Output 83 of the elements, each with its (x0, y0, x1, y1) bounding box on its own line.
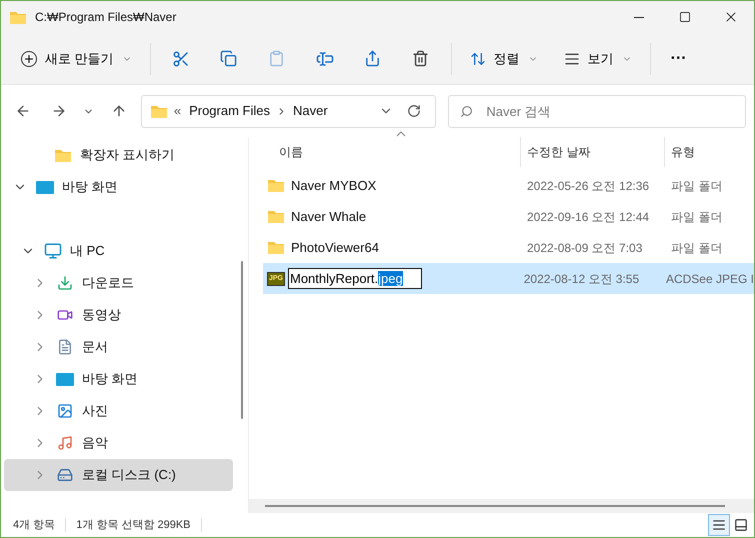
column-header[interactable]: 수정한 날짜 (521, 137, 665, 167)
sidebar-label: 사진 (82, 402, 108, 420)
new-button[interactable]: 새로 만들기 (15, 42, 138, 76)
sidebar-label: 문서 (82, 338, 108, 356)
minimize-icon (634, 16, 644, 18)
column-header[interactable]: 유형 (665, 137, 754, 167)
breadcrumb[interactable]: Program Files (189, 101, 270, 121)
horizontal-scrollbar[interactable] (249, 499, 754, 513)
folder-icon (267, 209, 285, 224)
folder-icon (54, 148, 72, 162)
file-row[interactable]: Naver MYBOX 2022-05-26 오전 12:36 파일 폴더 (263, 170, 754, 201)
sidebar-item[interactable]: 다운로드 (4, 267, 233, 299)
sidebar-item[interactable]: 바탕 화면 (4, 363, 233, 395)
plus-icon (21, 50, 37, 66)
date-cell-text: 2022-05-26 오전 12:36 (526, 178, 650, 194)
forward-arrow-icon (50, 103, 67, 119)
sidebar-item[interactable]: 로컬 디스크 (C:) (4, 459, 233, 491)
download-icon (57, 275, 73, 291)
rename-icon (316, 50, 334, 68)
tiles-icon (734, 518, 748, 532)
file-row[interactable]: PhotoViewer64 2022-08-09 오전 7:03 파일 폴더 (263, 232, 754, 263)
music-icon (57, 435, 73, 451)
sidebar-label: 음악 (82, 434, 108, 452)
breadcrumb[interactable]: Naver (293, 101, 328, 121)
sidebar-label: 바탕 화면 (82, 370, 138, 388)
folder-icon (9, 10, 27, 24)
list-icon (712, 518, 726, 532)
folder-icon (150, 104, 168, 118)
document-icon (57, 339, 73, 355)
file-name: Naver MYBOX (291, 176, 376, 195)
column-header[interactable]: 이름 (263, 137, 521, 167)
desktop-icon (36, 180, 54, 194)
date-cell-text: 2022-08-09 오전 7:03 (526, 240, 644, 256)
details-view-button[interactable] (708, 514, 730, 536)
sidebar-item[interactable]: 음악 (4, 427, 233, 459)
rename-field[interactable]: MonthlyReport.jpeg (288, 268, 422, 290)
date-cell-text: 2022-09-16 오전 12:44 (526, 208, 650, 226)
search-field[interactable]: Naver 검색 (448, 94, 746, 128)
more-button[interactable]: ··· (662, 42, 695, 76)
sidebar-label: 확장자 표시하기 (80, 146, 175, 164)
desktop-icon (56, 372, 74, 386)
sidebar-label: 동영상 (82, 306, 121, 324)
refresh-icon[interactable] (407, 104, 422, 118)
drive-icon (57, 467, 73, 483)
sidebar-label: 바탕 화면 (62, 178, 118, 196)
monitor-icon (44, 242, 62, 260)
file-row[interactable]: Naver Whale 2022-09-16 오전 12:44 파일 폴더 (263, 201, 754, 232)
trash-icon (412, 50, 430, 67)
picture-icon (57, 403, 73, 419)
folder-icon (267, 178, 285, 193)
search-icon (460, 104, 474, 118)
share-icon (364, 50, 382, 67)
lines-icon (564, 50, 580, 66)
folder-icon (267, 240, 285, 255)
sidebar-label: 내 PC (70, 242, 105, 260)
type-cell-text: 파일 폴더 (670, 240, 724, 256)
sidebar-item[interactable]: 확장자 표시하기 (4, 139, 233, 171)
sidebar-label: 로컬 디스크 (C:) (82, 466, 176, 484)
sort-icon (470, 50, 486, 66)
type-cell-text: 파일 폴더 (670, 208, 724, 226)
view-button[interactable]: 보기 (558, 42, 638, 76)
maximize-icon (679, 11, 691, 23)
date-cell-text: 2022-08-12 오전 3:55 (522, 270, 640, 288)
sidebar-item[interactable]: 사진 (4, 395, 233, 427)
type-cell-text: 파일 폴더 (670, 178, 724, 194)
sidebar-item[interactable]: 동영상 (4, 299, 233, 331)
sidebar-label: 다운로드 (82, 274, 134, 292)
sidebar-item[interactable]: 문서 (4, 331, 233, 363)
file-name: Naver Whale (291, 208, 366, 226)
clipboard-icon (268, 50, 286, 67)
type-cell-text: ACDSee JPEG I (664, 270, 754, 288)
address-bar[interactable]: « Program Files Naver (140, 94, 436, 128)
file-name: PhotoViewer64 (291, 238, 379, 257)
window-title: C:₩Program Files₩Naver (35, 9, 176, 26)
selection-info: 1개 항목 선택함 299KB (76, 518, 191, 533)
scissors-icon (172, 50, 190, 68)
item-count: 4개 항목 (13, 518, 56, 533)
sidebar-item[interactable]: 바탕 화면 (4, 171, 233, 203)
overflow-chevron[interactable]: « (174, 101, 182, 121)
sort-button[interactable]: 정렬 (464, 42, 544, 76)
sidebar-item[interactable]: 내 PC (4, 235, 233, 267)
back-arrow-icon (14, 103, 31, 119)
copy-icon (220, 50, 238, 67)
